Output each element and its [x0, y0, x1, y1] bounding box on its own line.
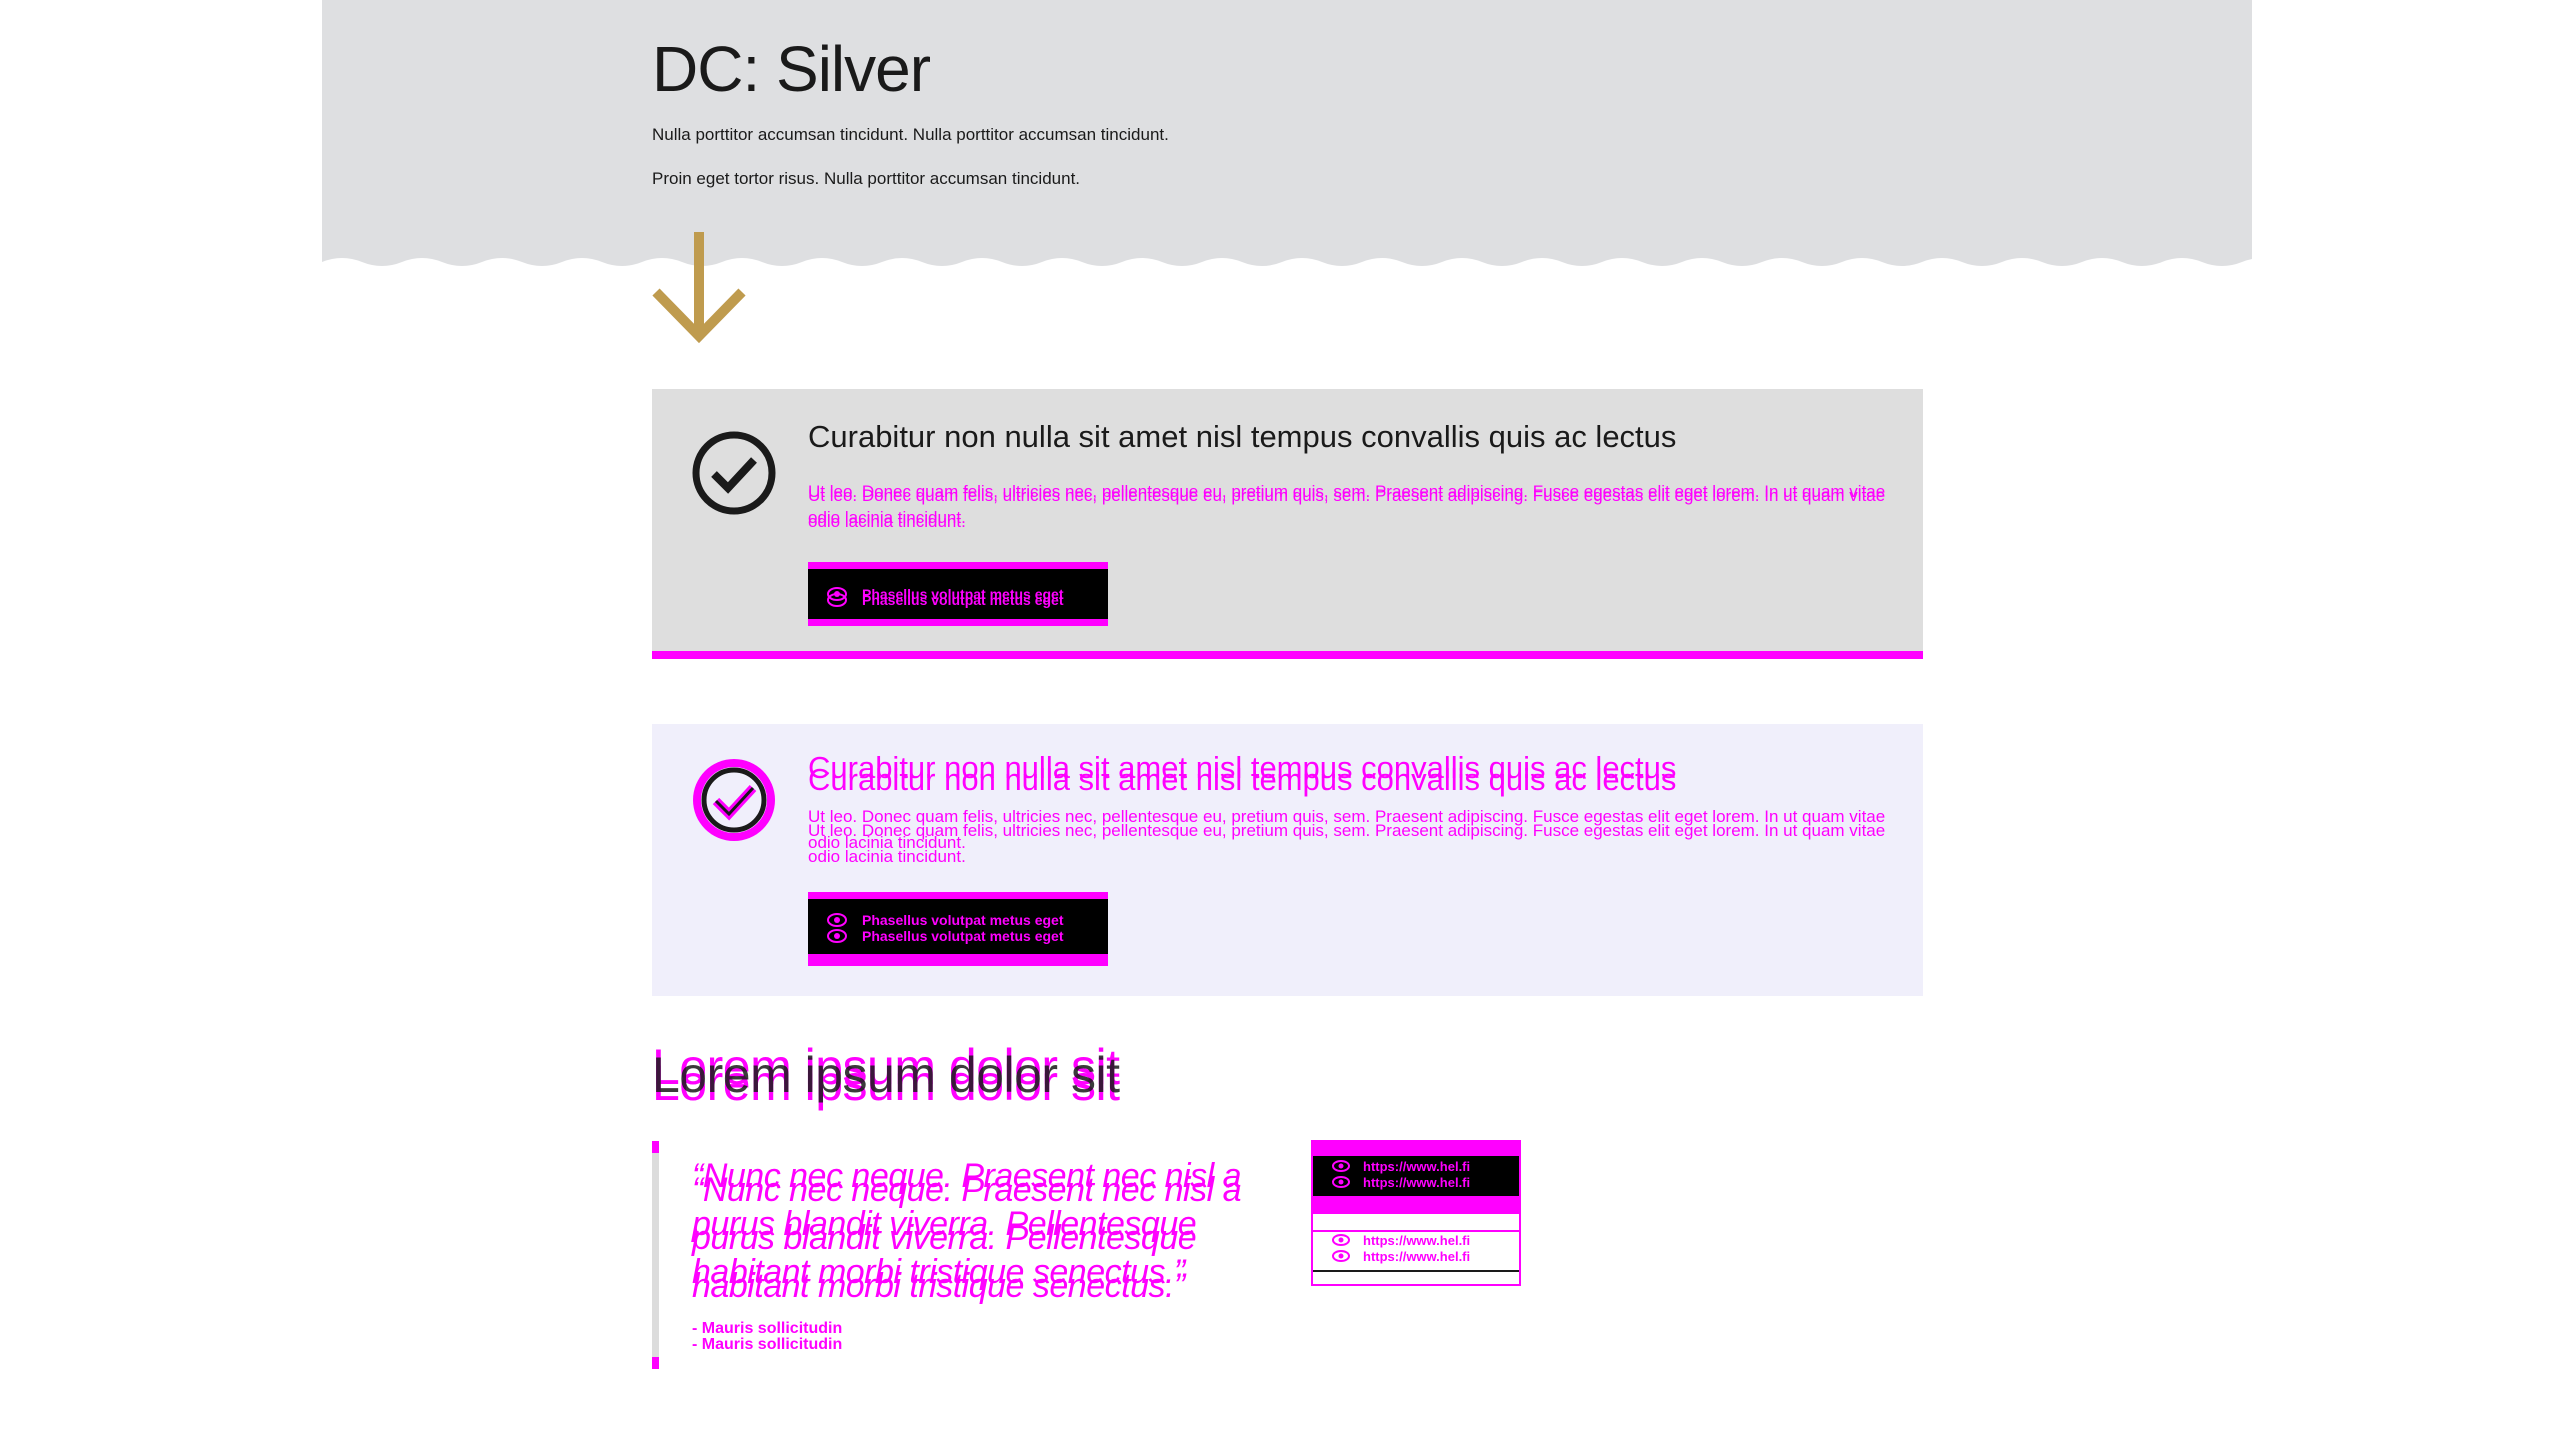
- notification-title-overlay: Curabitur non nulla sit amet nisl tempus…: [808, 762, 1677, 797]
- notification-action-button[interactable]: Phasellus volutpat metus eget Phasellus …: [808, 892, 1108, 966]
- hero-description-line-2: Proin eget tortor risus. Nulla porttitor…: [652, 169, 1081, 188]
- button-content-overlay: Phasellus volutpat metus eget: [826, 589, 1064, 611]
- quote-bar-tick-bottom: [652, 1357, 659, 1369]
- button-label: Phasellus volutpat metus eget: [862, 928, 1064, 944]
- check-circle-icon: [693, 759, 775, 841]
- link-label: https://www.hel.fi: [1363, 1248, 1471, 1264]
- notification-title: Curabitur non nulla sit amet nisl tempus…: [808, 419, 1677, 454]
- eye-icon: [1332, 1250, 1350, 1262]
- link-box: https://www.hel.fi https://www.hel.fi ht…: [1311, 1140, 1521, 1286]
- page-title: DC: Silver: [652, 33, 931, 105]
- blockquote-author-overlay: - Mauris sollicitudin: [692, 1336, 843, 1353]
- eye-icon: [827, 593, 847, 607]
- notification-card-1: Curabitur non nulla sit amet nisl tempus…: [652, 389, 1923, 659]
- eye-icon: [1332, 1176, 1350, 1188]
- arrow-down-icon: [652, 232, 746, 344]
- section-title-ghost: Lorem ipsum dolor sit: [652, 1047, 1120, 1103]
- notification-card-2: Curabitur non nulla sit amet nisl tempus…: [652, 724, 1923, 996]
- link-label: https://www.hel.fi: [1363, 1174, 1471, 1190]
- hero-banner: DC: Silver Nulla porttitor accumsan tinc…: [322, 0, 2252, 270]
- hero-description-line-1: Nulla porttitor accumsan tincidunt. Null…: [652, 125, 1169, 144]
- page: DC: Silver Nulla porttitor accumsan tinc…: [0, 0, 2560, 1440]
- quote-bar-tick-top: [652, 1141, 659, 1153]
- hero-wave-divider: [322, 258, 2252, 270]
- external-link-overlay[interactable]: https://www.hel.fi: [1331, 1172, 1470, 1192]
- quote-accent-bar: [652, 1141, 659, 1369]
- notification-text-overlay: Ut leo. Donec quam felis, ultricies nec,…: [808, 821, 1886, 866]
- eye-icon: [827, 929, 847, 943]
- external-link-secondary-overlay[interactable]: https://www.hel.fi: [1331, 1246, 1470, 1266]
- button-label: Phasellus volutpat metus eget: [862, 592, 1064, 608]
- notification-text-overlay: Ut leo. Donec quam felis, ultricies nec,…: [808, 486, 1886, 531]
- blockquote-text-overlay: “Nunc nec neque. Praesent nec nisl a pur…: [692, 1171, 1242, 1305]
- notification-action-button[interactable]: Phasellus volutpat metus eget Phasellus …: [808, 562, 1108, 626]
- check-circle-icon: [692, 431, 776, 515]
- button-content-overlay: Phasellus volutpat metus eget: [826, 925, 1064, 947]
